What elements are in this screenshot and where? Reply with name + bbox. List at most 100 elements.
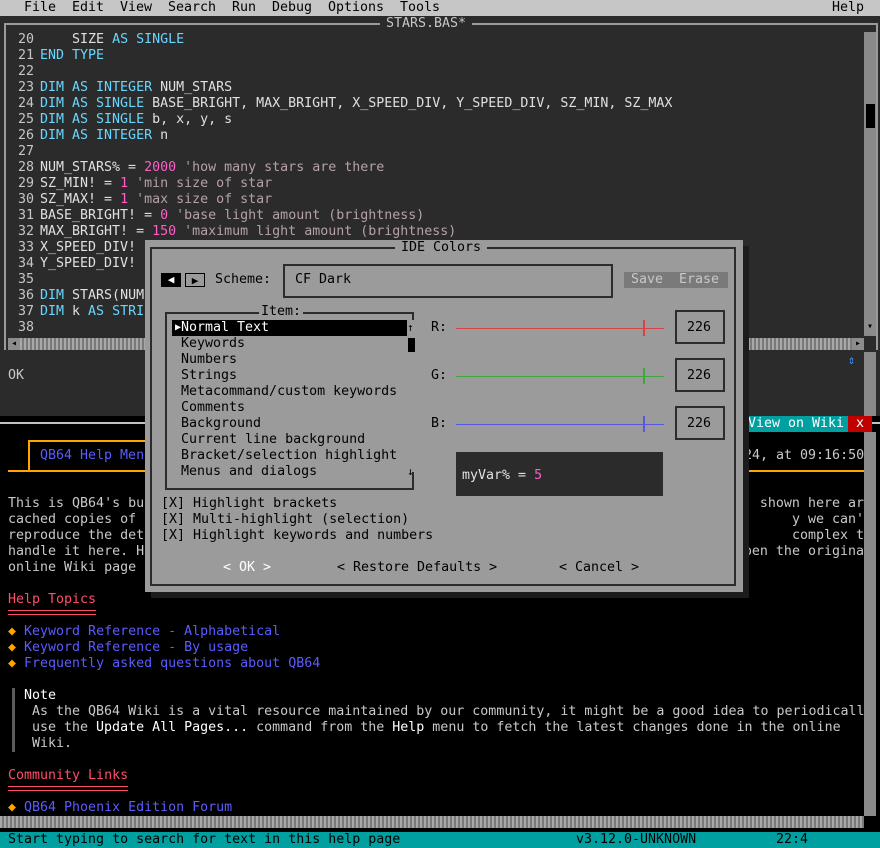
code-token: AS SINGLE — [112, 32, 185, 47]
note-text: menu to fetch the latest changes done in… — [424, 720, 841, 735]
editor-vertical-scrollbar[interactable] — [864, 32, 876, 336]
scroll-left-arrow-icon[interactable]: ◂ — [8, 338, 20, 350]
code-token: STARS(NUM — [72, 288, 145, 303]
help-topic-item[interactable]: ◆ Keyword Reference - Alphabetical — [8, 624, 280, 640]
help-topic-link[interactable]: Keyword Reference - Alphabetical — [24, 624, 280, 639]
code-line[interactable]: DIM AS SINGLE b, x, y, s — [40, 112, 232, 128]
menu-edit[interactable]: Edit — [72, 0, 104, 16]
checkbox-multi-highlight[interactable]: [X] Multi-highlight (selection) — [161, 512, 409, 528]
immediate-scrollbar[interactable] — [864, 352, 876, 416]
list-scroll-down-icon[interactable]: ↓ — [407, 464, 416, 480]
scheme-next-arrow-icon[interactable]: ▶ — [185, 273, 205, 287]
item-list-scroll-thumb[interactable] — [408, 338, 415, 352]
code-token: n — [160, 128, 169, 143]
line-number: 26 — [17, 128, 34, 143]
help-topic-link[interactable]: Frequently asked questions about QB64 — [24, 656, 320, 671]
help-close-button[interactable]: x — [848, 416, 872, 432]
list-scroll-up-icon[interactable]: ↑ — [407, 320, 416, 336]
line-number: 31 — [17, 208, 34, 223]
line-number: 35 — [17, 272, 34, 287]
scroll-right-arrow-icon[interactable]: ▸ — [852, 338, 864, 350]
color-item[interactable]: Bracket/selection highlight — [181, 448, 397, 464]
color-item[interactable]: Menus and dialogs — [181, 464, 317, 480]
erase-scheme-button[interactable]: Erase — [679, 272, 719, 288]
menu-options[interactable]: Options — [328, 0, 384, 16]
code-line[interactable]: DIM AS SINGLE BASE_BRIGHT, MAX_BRIGHT, X… — [40, 96, 672, 112]
code-line[interactable]: DIM AS INTEGER NUM_STARS — [40, 80, 232, 96]
code-line[interactable]: END TYPE — [40, 48, 104, 64]
checkbox-highlight-keywords[interactable]: [X] Highlight keywords and numbers — [161, 528, 433, 544]
code-line[interactable]: SZ_MAX! = 1 'max size of star — [40, 192, 272, 208]
menu-help[interactable]: Help — [832, 0, 864, 16]
green-slider-track[interactable] — [456, 376, 664, 377]
community-link-forum[interactable]: QB64 Phoenix Edition Forum — [24, 800, 232, 815]
note-line-2: use the Update All Pages... command from… — [32, 720, 841, 736]
green-slider-thumb[interactable] — [643, 368, 645, 384]
color-item[interactable]: Normal Text — [181, 320, 269, 336]
code-token: BASE_BRIGHT, MAX_BRIGHT, X_SPEED_DIV, Y_… — [152, 96, 673, 111]
cancel-button[interactable]: < Cancel > — [559, 560, 639, 576]
code-token: 'maximum light amount (brightness) — [176, 224, 457, 239]
blue-slider-thumb[interactable] — [643, 416, 645, 432]
code-token: DIM AS SINGLE — [40, 112, 153, 127]
menu-run[interactable]: Run — [232, 0, 256, 16]
color-item[interactable]: Background — [181, 416, 261, 432]
resize-handle-icon[interactable]: ⇕ — [848, 352, 860, 368]
note-bar — [12, 688, 15, 752]
blue-slider-track[interactable] — [456, 424, 664, 425]
code-token: 'min size of star — [128, 176, 273, 191]
note-heading: Note — [24, 688, 57, 703]
preview-var: myVar% = — [462, 468, 535, 483]
code-line[interactable]: Y_SPEED_DIV! — [40, 256, 136, 272]
help-paragraph-line: handle it here. H — [8, 544, 145, 559]
line-number: 24 — [17, 96, 34, 111]
code-token: 150 — [152, 224, 177, 239]
note-line-3: Wiki. — [32, 736, 73, 751]
color-item[interactable]: Current line background — [181, 432, 365, 448]
code-token: SZ_MAX! = — [40, 192, 121, 207]
line-number: 25 — [17, 112, 34, 127]
checkbox-highlight-brackets[interactable]: [X] Highlight brackets — [161, 496, 337, 512]
code-line[interactable]: X_SPEED_DIV! — [40, 240, 136, 256]
help-topic-item[interactable]: ◆ Frequently asked questions about QB64 — [8, 656, 320, 672]
help-horizontal-scrollbar[interactable] — [0, 816, 864, 828]
menu-view[interactable]: View — [120, 0, 152, 16]
menu-tools[interactable]: Tools — [400, 0, 440, 16]
menu-search[interactable]: Search — [168, 0, 216, 16]
editor-scroll-thumb[interactable] — [866, 104, 875, 128]
code-line[interactable]: DIM STARS(NUM — [40, 288, 144, 304]
bullet-icon: ◆ — [8, 800, 25, 815]
red-slider-thumb[interactable] — [643, 320, 645, 336]
restore-defaults-button[interactable]: < Restore Defaults > — [337, 560, 497, 576]
line-number: 34 — [17, 256, 34, 271]
code-line[interactable]: MAX_BRIGHT! = 150 'maximum light amount … — [40, 224, 456, 240]
ok-button[interactable]: < OK > — [223, 560, 271, 576]
menu-debug[interactable]: Debug — [272, 0, 312, 16]
code-token: 'base light amount (brightness) — [168, 208, 425, 223]
code-line[interactable]: BASE_BRIGHT! = 0 'base light amount (bri… — [40, 208, 424, 224]
code-line[interactable]: DIM AS INTEGER n — [40, 128, 168, 144]
code-line[interactable]: SZ_MIN! = 1 'min size of star — [40, 176, 272, 192]
save-scheme-button[interactable]: Save — [631, 272, 663, 288]
help-topic-item[interactable]: ◆ Keyword Reference - By usage — [8, 640, 248, 656]
community-link-item[interactable]: ◆ QB64 Phoenix Edition Forum — [8, 800, 232, 816]
color-item[interactable]: Numbers — [181, 352, 237, 368]
red-value: 226 — [687, 320, 712, 335]
help-topic-link[interactable]: Keyword Reference - By usage — [24, 640, 248, 655]
code-line[interactable]: SIZE AS SINGLE — [40, 32, 184, 48]
red-slider-track[interactable] — [456, 328, 664, 329]
color-item[interactable]: Keywords — [181, 336, 245, 352]
line-number: 36 — [17, 288, 34, 303]
color-item[interactable]: Strings — [181, 368, 237, 384]
scheme-prev-arrow-icon[interactable]: ◀ — [161, 273, 181, 287]
color-item[interactable]: Metacommand/custom keywords — [181, 384, 397, 400]
scroll-down-arrow-icon[interactable]: ▾ — [864, 320, 876, 334]
code-line[interactable]: NUM_STARS% = 2000 'how many stars are th… — [40, 160, 384, 176]
code-line[interactable]: DIM k AS STRI — [40, 304, 144, 320]
code-token: b, x, y, s — [152, 112, 233, 127]
menu-file[interactable]: File — [24, 0, 56, 16]
help-vertical-scrollbar[interactable] — [864, 432, 876, 816]
code-token: DIM AS INTEGER — [40, 80, 161, 95]
view-on-wiki-button[interactable]: View on Wiki — [744, 416, 849, 432]
color-item[interactable]: Comments — [181, 400, 245, 416]
